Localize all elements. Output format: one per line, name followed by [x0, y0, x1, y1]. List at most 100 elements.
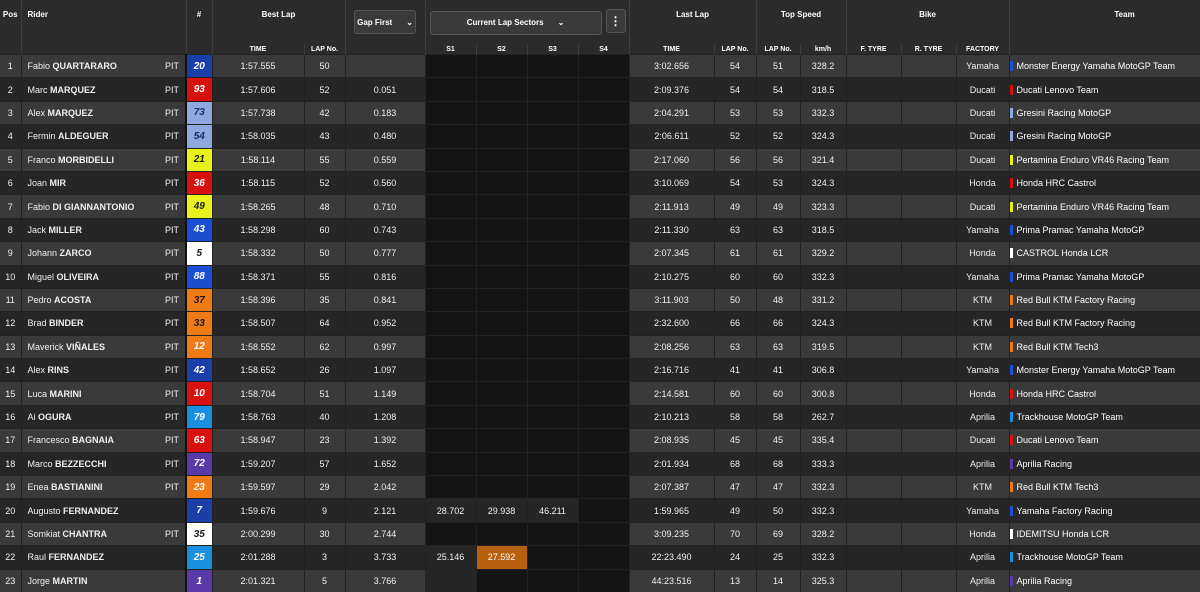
- rider-first-name: Fabio: [27, 61, 51, 72]
- factory: Honda: [956, 241, 1010, 266]
- table-row[interactable]: 20 Augusto FERNANDEZ 7 1:59.676 9 2.121 28.702…: [0, 498, 1200, 523]
- sector-1: [425, 194, 477, 219]
- gap-first: 3.733: [345, 545, 426, 570]
- rider-name[interactable]: Augusto FERNANDEZ: [21, 498, 187, 523]
- rider-number: 49: [185, 194, 213, 219]
- table-row[interactable]: 17 Francesco BAGNAIA PIT 63 1:58.947 23 1.392 2…: [0, 428, 1200, 453]
- table-row[interactable]: 19 Enea BASTIANINI PIT 23 1:59.597 29 2.042 2:0…: [0, 475, 1200, 499]
- rider-name[interactable]: Fabio DI GIANNANTONIO PIT: [21, 194, 187, 219]
- team-name: Monster Energy Yamaha MotoGP Team: [1009, 365, 1200, 376]
- rider-name[interactable]: Pedro ACOSTA PIT: [21, 287, 187, 312]
- rider-name[interactable]: Fabio QUARTARARO PIT: [21, 53, 187, 78]
- more-options-icon[interactable]: ⋮: [605, 9, 626, 34]
- front-tyre: [846, 124, 902, 149]
- table-row[interactable]: 4 Fermin ALDEGUER PIT 54 1:58.035 43 0.480 2:06…: [0, 124, 1200, 149]
- factory: Ducati: [956, 147, 1010, 172]
- pit-badge: PIT: [164, 295, 179, 306]
- best-lap-time: 1:57.738: [212, 100, 305, 125]
- top-speed-kmh: 335.4: [800, 428, 847, 453]
- position: 20: [0, 498, 22, 523]
- rider-name[interactable]: Enea BASTIANINI PIT: [21, 475, 187, 499]
- last-lap-no: 54: [714, 77, 757, 102]
- rider-name[interactable]: Franco MORBIDELLI PIT: [21, 147, 187, 172]
- table-row[interactable]: 9 Johann ZARCO PIT 5 1:58.332 50 0.777 2:07.345…: [0, 241, 1200, 266]
- table-row[interactable]: 2 Marc MARQUEZ PIT 93 1:57.606 52 0.051 2:09.37…: [0, 77, 1200, 102]
- table-row[interactable]: 14 Alex RINS PIT 42 1:58.652 26 1.097 2:16.716 4…: [0, 358, 1200, 382]
- team-name: Aprilia Racing: [1009, 458, 1200, 469]
- top-speed-lap: 51: [756, 53, 801, 78]
- rider-name[interactable]: Francesco BAGNAIA PIT: [21, 428, 187, 453]
- table-row[interactable]: 22 Raul FERNANDEZ 25 2:01.288 3 3.733 25.146 27…: [0, 545, 1200, 570]
- table-row[interactable]: 15 Luca MARINI PIT 10 1:58.704 51 1.149 2:14.58…: [0, 381, 1200, 406]
- rider-name[interactable]: Jorge MARTIN: [21, 568, 187, 592]
- table-row[interactable]: 12 Brad BINDER PIT 33 1:58.507 64 0.952 2:32.60…: [0, 311, 1200, 336]
- sector-3: [527, 241, 579, 266]
- sector-2: [476, 241, 528, 266]
- sectors-select[interactable]: Current Lap Sectors ⌄: [429, 10, 602, 35]
- rider-name[interactable]: Miguel OLIVEIRA PIT: [21, 264, 187, 289]
- table-row[interactable]: 5 Franco MORBIDELLI PIT 21 1:58.114 55 0.559 2:…: [0, 147, 1200, 172]
- top-speed-kmh: 332.3: [800, 498, 847, 523]
- rider-number: 5: [185, 241, 213, 266]
- col-top-speed: Top Speed: [756, 0, 847, 44]
- sector-1: [425, 170, 477, 195]
- best-lap-no: 52: [304, 170, 346, 195]
- top-speed-kmh: 323.3: [800, 194, 847, 219]
- rider-name[interactable]: Alex RINS PIT: [21, 358, 187, 382]
- rider-name[interactable]: Luca MARINI PIT: [21, 381, 187, 406]
- rider-number: 33: [185, 311, 213, 336]
- rider-last-name: ALDEGUER: [58, 131, 109, 142]
- table-row[interactable]: 6 Joan MIR PIT 36 1:58.115 52 0.560 3:10.069 54 5…: [0, 170, 1200, 195]
- rider-name[interactable]: Brad BINDER PIT: [21, 311, 187, 336]
- sector-1: [425, 358, 477, 382]
- table-row[interactable]: 13 Maverick VIÑALES PIT 12 1:58.552 62 0.997 2:…: [0, 334, 1200, 359]
- rider-name[interactable]: Maverick VIÑALES PIT: [21, 334, 187, 359]
- last-lap-time: 2:04.291: [629, 100, 715, 125]
- sector-3: [527, 358, 579, 382]
- table-row[interactable]: 23 Jorge MARTIN 1 2:01.321 5 3.766 44:23.516 13…: [0, 568, 1200, 592]
- rider-name[interactable]: Joan MIR PIT: [21, 170, 187, 195]
- rear-tyre: [901, 100, 957, 125]
- top-speed-lap: 63: [756, 334, 801, 359]
- rider-name[interactable]: Jack MILLER PIT: [21, 217, 187, 242]
- rider-name[interactable]: Marco BEZZECCHI PIT: [21, 451, 187, 476]
- sub-last-time: TIME: [629, 44, 715, 55]
- top-speed-kmh: 332.3: [800, 545, 847, 570]
- position: 18: [0, 451, 22, 476]
- rider-name[interactable]: Fermin ALDEGUER PIT: [21, 124, 187, 149]
- sub-s2: S2: [476, 44, 528, 55]
- last-lap-time: 2:07.345: [629, 241, 715, 266]
- rider-last-name: VIÑALES: [66, 341, 106, 352]
- last-lap-no: 24: [714, 545, 757, 570]
- sector-1: [425, 334, 477, 359]
- table-row[interactable]: 8 Jack MILLER PIT 43 1:58.298 60 0.743 2:11.330…: [0, 217, 1200, 242]
- rider-name[interactable]: Ai OGURA PIT: [21, 404, 187, 429]
- rider-name[interactable]: Raul FERNANDEZ: [21, 545, 187, 570]
- factory: Aprilia: [956, 568, 1010, 592]
- rider-name[interactable]: Johann ZARCO PIT: [21, 241, 187, 266]
- table-row[interactable]: 3 Alex MARQUEZ PIT 73 1:57.738 42 0.183 2:04.29…: [0, 100, 1200, 125]
- pit-badge: PIT: [164, 435, 179, 446]
- table-row[interactable]: 21 Somkiat CHANTRA PIT 35 2:00.299 30 2.744 3:0…: [0, 521, 1200, 546]
- sector-4: [578, 311, 630, 336]
- rider-name[interactable]: Marc MARQUEZ PIT: [21, 77, 187, 102]
- table-row[interactable]: 1 Fabio QUARTARARO PIT 20 1:57.555 50 3:02.656…: [0, 53, 1200, 78]
- gap-select[interactable]: Gap First ⌄: [354, 10, 417, 34]
- table-row[interactable]: 16 Ai OGURA PIT 79 1:58.763 40 1.208 2:10.213 58…: [0, 404, 1200, 429]
- rider-name[interactable]: Somkiat CHANTRA PIT: [21, 521, 187, 546]
- factory: Aprilia: [956, 404, 1010, 429]
- best-lap-no: 57: [304, 451, 346, 476]
- table-row[interactable]: 18 Marco BEZZECCHI PIT 72 1:59.207 57 1.652 2:0…: [0, 451, 1200, 476]
- rider-name[interactable]: Alex MARQUEZ PIT: [21, 100, 187, 125]
- team-name: Trackhouse MotoGP Team: [1009, 552, 1200, 563]
- last-lap-time: 2:10.275: [629, 264, 715, 289]
- sector-1: [425, 311, 477, 336]
- rider-number: 72: [185, 451, 213, 476]
- table-row[interactable]: 7 Fabio DI GIANNANTONIO PIT 49 1:58.265 48 0.7…: [0, 194, 1200, 219]
- sector-4: [578, 124, 630, 149]
- rider-first-name: Alex: [27, 107, 46, 118]
- table-row[interactable]: 10 Miguel OLIVEIRA PIT 88 1:58.371 55 0.816 2:1…: [0, 264, 1200, 289]
- top-speed-lap: 56: [756, 147, 801, 172]
- top-speed-lap: 66: [756, 311, 801, 336]
- table-row[interactable]: 11 Pedro ACOSTA PIT 37 1:58.396 35 0.841 3:11.9…: [0, 287, 1200, 312]
